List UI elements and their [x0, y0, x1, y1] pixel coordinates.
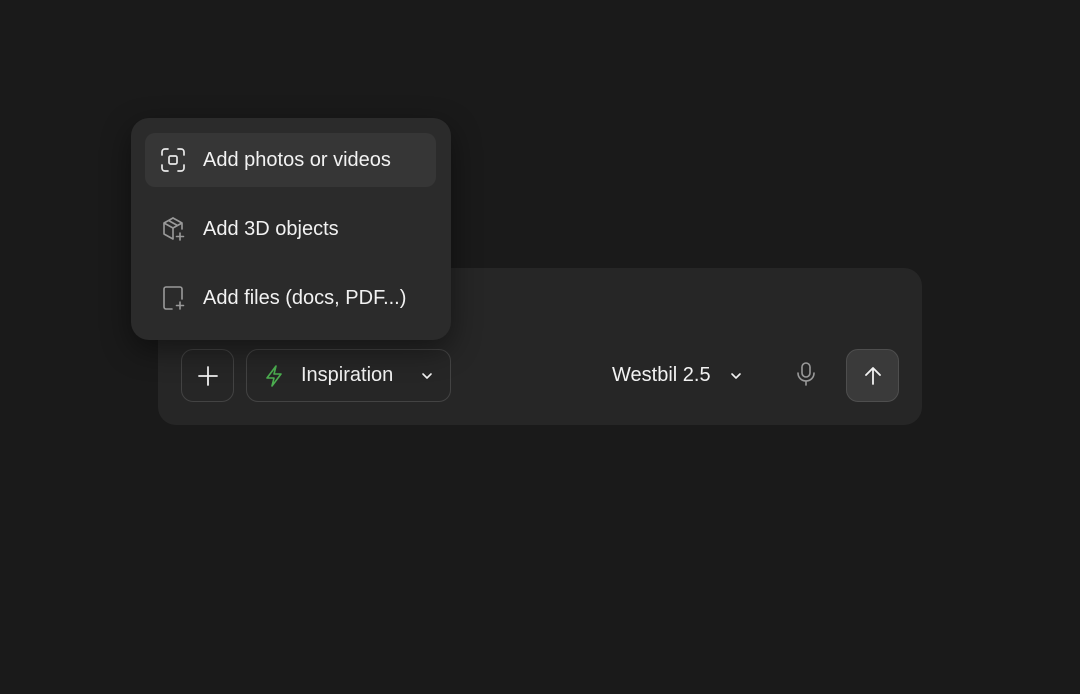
menu-item-label: Add 3D objects	[203, 217, 339, 240]
model-selector-button[interactable]: Westbil 2.5	[608, 349, 758, 402]
file-add-icon	[159, 284, 187, 312]
model-label: Westbil 2.5	[612, 364, 711, 386]
attach-menu: Add photos or videos Add 3D objects Add …	[131, 118, 451, 340]
microphone-icon	[797, 362, 815, 386]
menu-item-add-3d-objects[interactable]: Add 3D objects	[145, 202, 436, 256]
inspiration-label: Inspiration	[301, 364, 394, 386]
chevron-down-icon	[422, 373, 432, 379]
plus-icon	[197, 365, 218, 386]
cube-add-icon	[159, 215, 187, 243]
menu-item-label: Add photos or videos	[203, 148, 391, 171]
send-button[interactable]	[846, 349, 899, 402]
menu-item-add-files[interactable]: Add files (docs, PDF...)	[145, 271, 436, 325]
photo-scan-icon	[159, 146, 187, 174]
app-root: Inspiration Westbil 2.5	[0, 0, 1080, 694]
voice-input-button[interactable]	[788, 352, 824, 396]
lightning-bolt-icon	[266, 364, 282, 387]
add-attachment-button[interactable]	[181, 349, 234, 402]
arrow-up-icon	[864, 366, 881, 385]
chevron-down-icon	[730, 372, 741, 379]
menu-item-label: Add files (docs, PDF...)	[203, 286, 407, 309]
menu-item-add-photos[interactable]: Add photos or videos	[145, 133, 436, 187]
inspiration-mode-button[interactable]: Inspiration	[246, 349, 451, 402]
